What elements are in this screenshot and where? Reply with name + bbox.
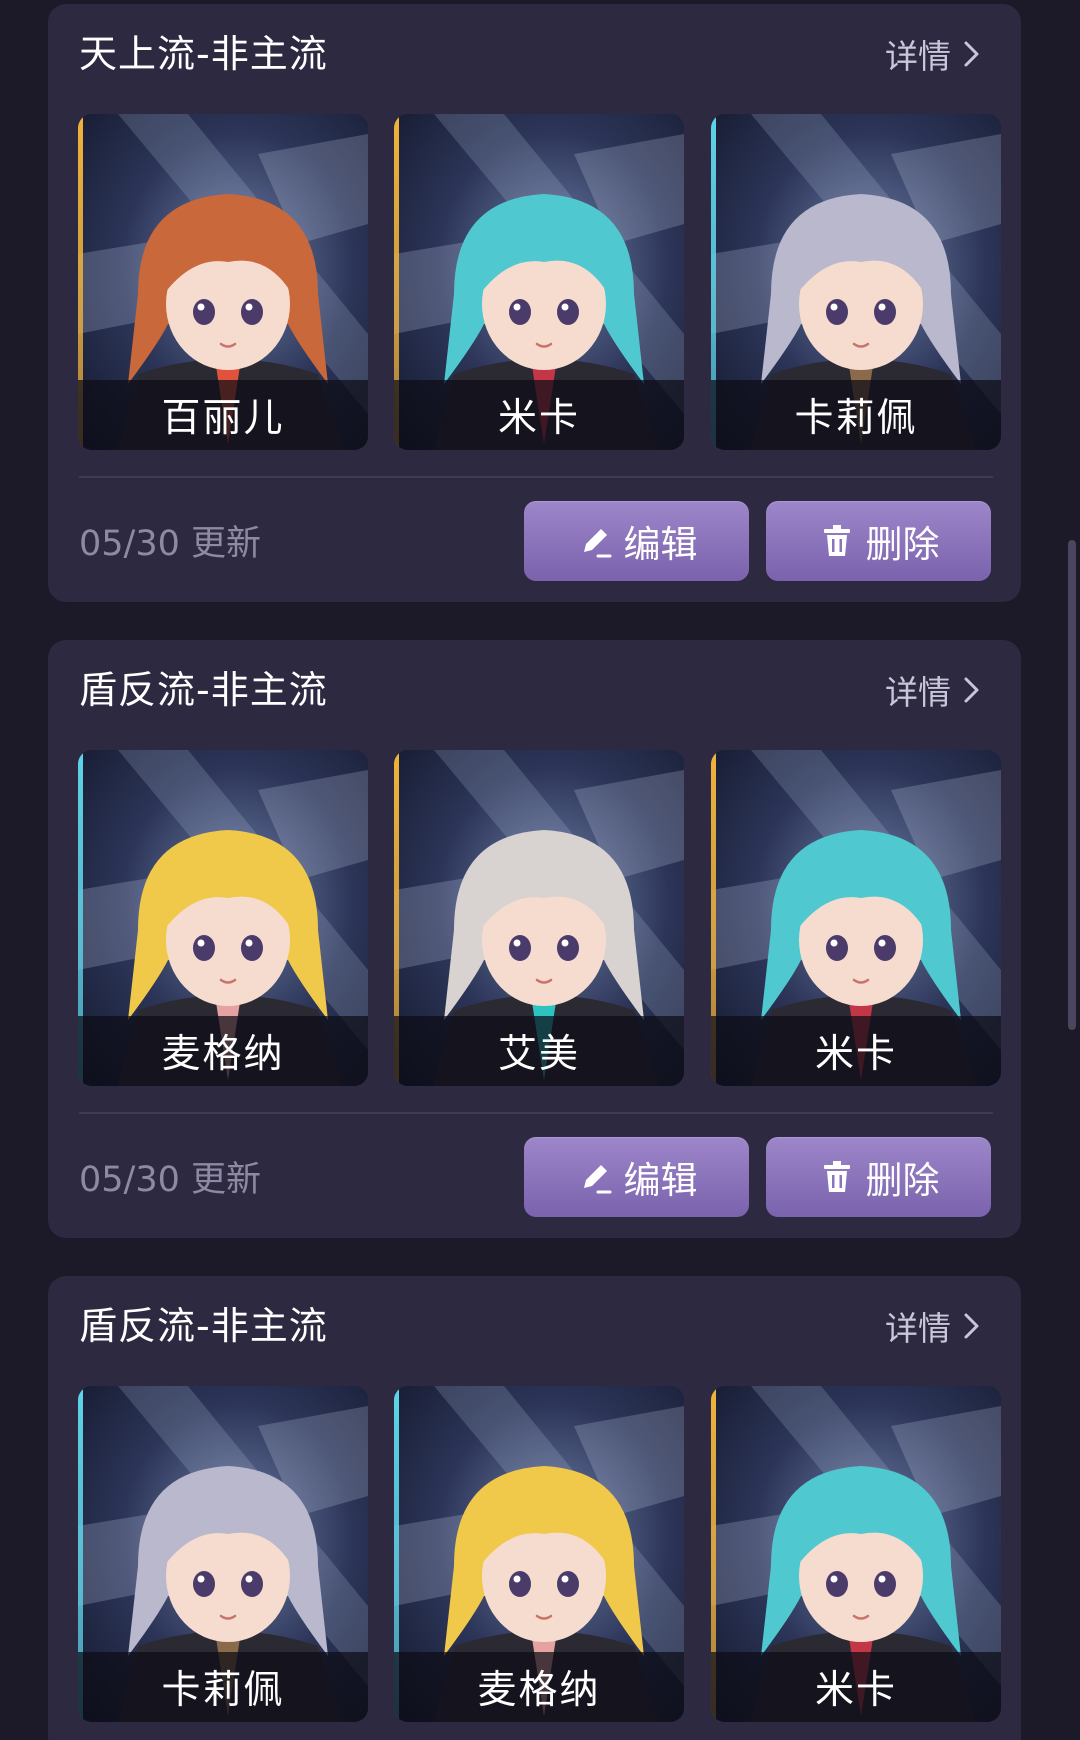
card-header: 盾反流-非主流 详情 (79, 662, 993, 718)
hero-card[interactable]: 卡莉佩 (78, 1386, 368, 1722)
hero-name-bar: 米卡 (711, 1652, 1001, 1722)
hero-name: 卡莉佩 (794, 396, 918, 441)
hero-card[interactable]: 米卡 (711, 1386, 1001, 1722)
edit-button[interactable]: 编辑 (524, 1137, 749, 1217)
hero-name: 米卡 (497, 396, 580, 441)
hero-card[interactable]: 艾美 (394, 750, 684, 1086)
update-date: 05/30 更新 (79, 1160, 261, 1200)
hero-card[interactable]: 卡莉佩 (711, 114, 1001, 450)
hero-name-bar: 卡莉佩 (711, 380, 1001, 450)
hero-name: 艾美 (497, 1032, 580, 1077)
delete-label: 删除 (865, 1159, 940, 1202)
trash-icon (823, 1161, 850, 1192)
delete-button[interactable]: 删除 (766, 501, 991, 581)
pencil-icon (583, 1165, 611, 1194)
chevron-right-icon (964, 677, 979, 703)
hero-name: 卡莉佩 (161, 1668, 285, 1713)
details-label: 详情 (885, 37, 951, 76)
team-title: 盾反流-非主流 (79, 1304, 328, 1348)
hero-name-bar: 米卡 (394, 380, 684, 450)
hero-name: 米卡 (814, 1032, 897, 1077)
update-date: 05/30 更新 (79, 524, 261, 564)
details-link[interactable]: 详情 (885, 1298, 983, 1354)
team-list-page: 天上流-非主流 详情 百丽儿 米卡 卡莉佩 05/30 更新 编辑 删除 盾反流… (0, 0, 1080, 1740)
scrollbar[interactable] (1068, 540, 1076, 1030)
team-card: 天上流-非主流 详情 百丽儿 米卡 卡莉佩 05/30 更新 编辑 删除 (48, 4, 1021, 602)
hero-row: 麦格纳 艾美 米卡 (78, 750, 1001, 1086)
edit-label: 编辑 (623, 1159, 698, 1202)
details-link[interactable]: 详情 (885, 662, 983, 718)
card-header: 盾反流-非主流 详情 (79, 1298, 993, 1354)
edit-button[interactable]: 编辑 (524, 501, 749, 581)
hero-name-bar: 米卡 (711, 1016, 1001, 1086)
hero-name: 麦格纳 (161, 1032, 285, 1077)
chevron-right-icon (964, 41, 979, 67)
chevron-right-icon (964, 1313, 979, 1339)
trash-icon (823, 525, 850, 556)
edit-label: 编辑 (623, 523, 698, 566)
hero-name-bar: 卡莉佩 (78, 1652, 368, 1722)
hero-name: 麦格纳 (477, 1668, 601, 1713)
card-header: 天上流-非主流 详情 (79, 26, 993, 82)
team-card: 盾反流-非主流 详情 卡莉佩 麦格纳 米卡 (48, 1276, 1021, 1740)
details-label: 详情 (885, 1309, 951, 1348)
hero-name-bar: 麦格纳 (394, 1652, 684, 1722)
details-link[interactable]: 详情 (885, 26, 983, 82)
team-title: 盾反流-非主流 (79, 668, 328, 712)
delete-label: 删除 (865, 523, 940, 566)
delete-button[interactable]: 删除 (766, 1137, 991, 1217)
details-label: 详情 (885, 673, 951, 712)
card-divider (79, 1112, 993, 1114)
hero-name: 米卡 (814, 1668, 897, 1713)
card-divider (79, 476, 993, 478)
hero-name: 百丽儿 (161, 396, 285, 441)
hero-row: 卡莉佩 麦格纳 米卡 (78, 1386, 1001, 1722)
hero-card[interactable]: 米卡 (711, 750, 1001, 1086)
hero-name-bar: 麦格纳 (78, 1016, 368, 1086)
pencil-icon (583, 529, 611, 558)
hero-row: 百丽儿 米卡 卡莉佩 (78, 114, 1001, 450)
hero-card[interactable]: 麦格纳 (394, 1386, 684, 1722)
hero-card[interactable]: 米卡 (394, 114, 684, 450)
hero-name-bar: 艾美 (394, 1016, 684, 1086)
hero-card[interactable]: 麦格纳 (78, 750, 368, 1086)
hero-card[interactable]: 百丽儿 (78, 114, 368, 450)
hero-name-bar: 百丽儿 (78, 380, 368, 450)
team-card: 盾反流-非主流 详情 麦格纳 艾美 米卡 05/30 更新 编辑 删除 (48, 640, 1021, 1238)
team-title: 天上流-非主流 (79, 32, 328, 76)
